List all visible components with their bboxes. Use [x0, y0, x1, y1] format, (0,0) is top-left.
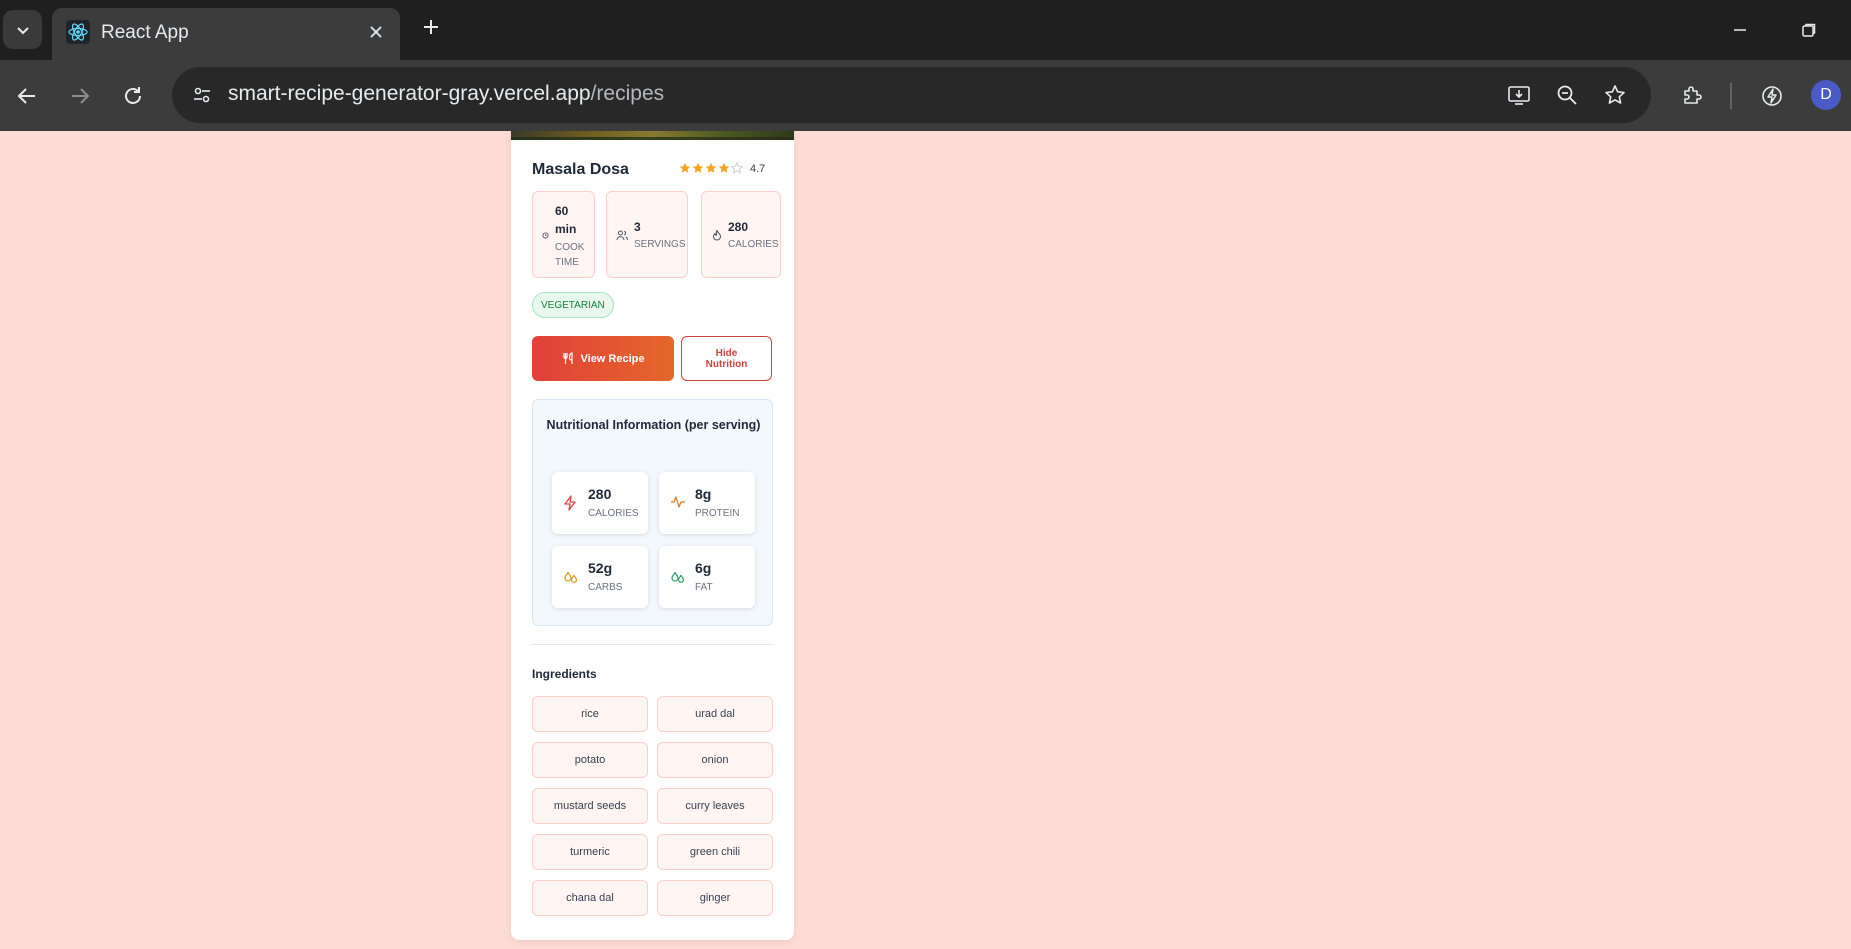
- url-host: smart-recipe-generator-gray.vercel.app: [228, 82, 591, 105]
- chevron-down-icon: [16, 26, 29, 34]
- ingredients-title: Ingredients: [532, 667, 597, 681]
- calories-value: 280: [728, 220, 749, 234]
- cook-time-value-1: 60: [555, 204, 569, 218]
- minimize-button[interactable]: [1720, 10, 1760, 50]
- minimize-icon: [1734, 29, 1746, 31]
- star-filled-icon: [718, 162, 730, 173]
- page-viewport: Masala Dosa 4.7 60 min COOK TIME 3 SERVI…: [0, 131, 1851, 949]
- utensils-icon: [562, 352, 573, 364]
- nutrition-carbs-value: 52g: [588, 560, 613, 576]
- view-recipe-label: View Recipe: [580, 352, 645, 365]
- star-empty-icon: [731, 162, 743, 174]
- calories-label: CALORIES: [728, 239, 779, 250]
- address-bar[interactable]: smart-recipe-generator-gray.vercel.app/r…: [172, 67, 1651, 123]
- recipe-card: Masala Dosa 4.7 60 min COOK TIME 3 SERVI…: [511, 131, 794, 940]
- forward-button[interactable]: [60, 76, 100, 116]
- ingredient-chip: onion: [657, 742, 773, 778]
- ingredient-chip: ginger: [657, 880, 773, 916]
- zoom-out-icon: [1557, 85, 1577, 105]
- tab-search-button[interactable]: [3, 10, 42, 49]
- star-filled-icon: [705, 162, 717, 173]
- energy-saver-icon: [1762, 86, 1782, 106]
- restore-icon: [1802, 23, 1816, 37]
- hide-nutrition-button[interactable]: Hide Nutrition: [681, 336, 772, 381]
- nutrition-protein: 8g PROTEIN: [659, 472, 755, 534]
- url-text: smart-recipe-generator-gray.vercel.app/r…: [228, 82, 664, 106]
- zap-icon: [564, 495, 576, 511]
- droplets-icon: [564, 571, 578, 583]
- zoom-button[interactable]: [1551, 79, 1583, 111]
- ingredient-chip: chana dal: [532, 880, 648, 916]
- reload-icon: [125, 87, 141, 104]
- browser-tab-active[interactable]: React App: [52, 8, 400, 60]
- ingredient-chip: curry leaves: [657, 788, 773, 824]
- rating-stars: [679, 162, 743, 174]
- bookmark-button[interactable]: [1599, 79, 1631, 111]
- ingredient-chip: potato: [532, 742, 648, 778]
- nutrition-fat: 6g FAT: [659, 546, 755, 608]
- ingredient-chip: rice: [532, 696, 648, 732]
- cook-time-label-2: TIME: [555, 257, 579, 268]
- cook-time-value-2: min: [555, 222, 577, 236]
- react-logo-icon: [66, 20, 90, 44]
- ingredient-chip: urad dal: [657, 696, 773, 732]
- nutrition-panel: Nutritional Information (per serving) 28…: [532, 399, 773, 626]
- reload-button[interactable]: [113, 76, 153, 116]
- rating-value: 4.7: [750, 163, 766, 175]
- recipe-image: [511, 131, 794, 140]
- nutrition-protein-value: 8g: [695, 486, 712, 502]
- browser-tab-bar: React App: [0, 0, 1851, 60]
- droplets-icon: [671, 571, 685, 583]
- arrow-left-icon: [17, 88, 35, 104]
- nutrition-calories: 280 CALORIES: [552, 472, 648, 534]
- ingredient-chip: mustard seeds: [532, 788, 648, 824]
- star-filled-icon: [692, 162, 704, 173]
- stat-calories: 280 CALORIES: [701, 191, 781, 278]
- view-recipe-button[interactable]: View Recipe: [532, 336, 674, 381]
- extensions-button[interactable]: [1672, 76, 1712, 116]
- diet-badge: VEGETARIAN: [532, 292, 614, 318]
- stat-cook-time: 60 min COOK TIME: [532, 191, 595, 278]
- clock-icon: [542, 232, 549, 239]
- ingredient-chip: green chili: [657, 834, 773, 870]
- users-icon: [616, 230, 628, 241]
- browser-toolbar: smart-recipe-generator-gray.vercel.app/r…: [0, 60, 1851, 131]
- nutrition-calories-value: 280: [588, 486, 612, 502]
- close-icon: [370, 26, 382, 38]
- recipe-title: Masala Dosa: [532, 161, 629, 178]
- back-button[interactable]: [7, 76, 47, 116]
- performance-button[interactable]: [1752, 76, 1792, 116]
- ingredient-chip: turmeric: [532, 834, 648, 870]
- arrow-right-icon: [72, 88, 90, 104]
- nutrition-title: Nutritional Information (per serving): [546, 418, 761, 432]
- cook-time-label-1: COOK: [555, 242, 585, 253]
- nutrition-carbs-label: CARBS: [588, 582, 623, 593]
- nutrition-calories-label: CALORIES: [588, 508, 639, 519]
- nutrition-fat-value: 6g: [695, 560, 712, 576]
- flame-icon: [712, 229, 722, 241]
- section-divider: [532, 644, 773, 645]
- nutrition-fat-label: FAT: [695, 582, 713, 593]
- toolbar-separator: [1730, 83, 1732, 109]
- profile-avatar[interactable]: D: [1811, 80, 1841, 110]
- restore-button[interactable]: [1789, 10, 1829, 50]
- install-icon: [1508, 86, 1530, 105]
- url-path: /recipes: [590, 82, 665, 105]
- install-app-button[interactable]: [1503, 79, 1535, 111]
- plus-icon: [424, 20, 438, 34]
- puzzle-icon: [1684, 86, 1702, 104]
- site-info-button[interactable]: [186, 79, 218, 111]
- nutrition-carbs: 52g CARBS: [552, 546, 648, 608]
- tab-title: React App: [101, 22, 189, 43]
- servings-label: SERVINGS: [634, 239, 686, 250]
- nutrition-protein-label: PROTEIN: [695, 508, 740, 519]
- star-filled-icon: [679, 162, 691, 173]
- stat-servings: 3 SERVINGS: [606, 191, 688, 278]
- tab-close-button[interactable]: [362, 18, 390, 46]
- activity-icon: [671, 496, 685, 508]
- servings-value: 3: [634, 220, 641, 234]
- new-tab-button[interactable]: [416, 12, 446, 42]
- tune-icon: [194, 87, 210, 103]
- star-outline-icon: [1605, 85, 1625, 104]
